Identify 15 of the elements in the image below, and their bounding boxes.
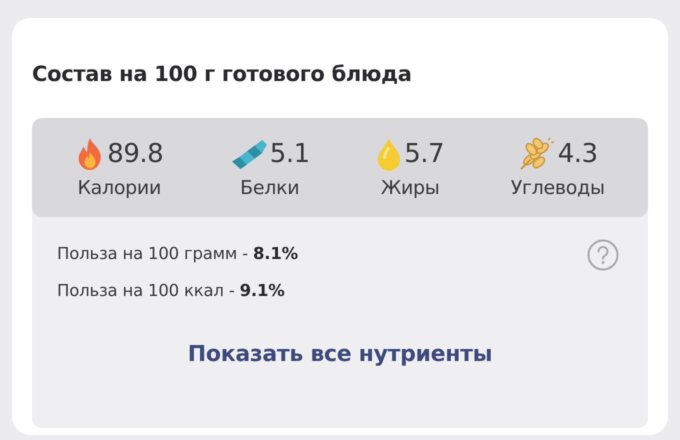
nutrient-value: 4.3: [558, 138, 598, 168]
help-icon[interactable]: [587, 239, 619, 271]
nutrient-value: 89.8: [107, 138, 164, 168]
benefit-text: Польза на 100 грамм - 8.1%: [57, 244, 298, 263]
section-title: Состав на 100 г готового блюда: [32, 61, 413, 88]
benefit-text: Польза на 100 ккал - 9.1%: [57, 281, 286, 300]
wheat-icon: [518, 136, 556, 170]
nutrient-value: 5.7: [404, 138, 444, 168]
nutrient-label: Углеводы: [510, 176, 605, 198]
nutrient-label: Калории: [77, 176, 162, 198]
nutrient-label: Жиры: [380, 176, 440, 198]
nutrient-value: 5.1: [270, 138, 310, 168]
drop-icon: [376, 136, 402, 170]
nutrient-label: Белки: [240, 176, 300, 198]
show-all-nutrients-link[interactable]: Показать все нутриенты: [188, 342, 492, 367]
